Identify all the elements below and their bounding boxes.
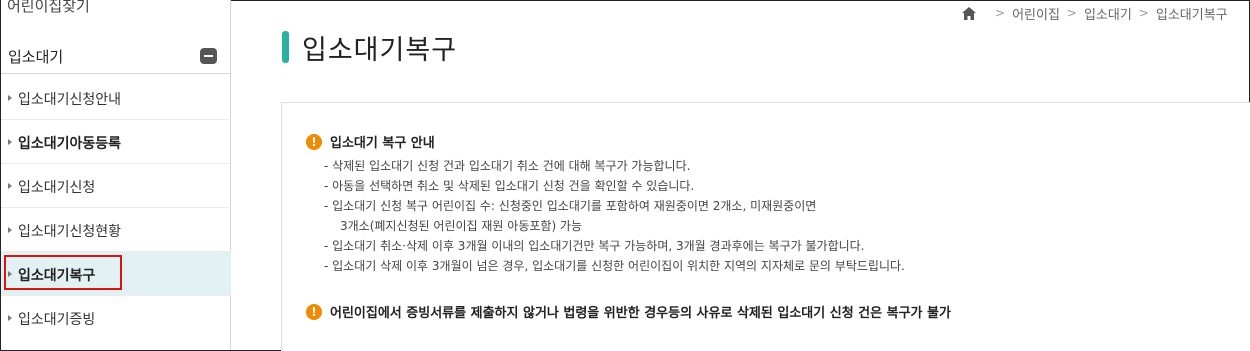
notice-line: - 아동을 선택하면 취소 및 삭제된 입소대기 신청 건을 확인할 수 있습니…	[324, 179, 695, 193]
page-title-block: 입소대기복구	[282, 29, 458, 66]
title-accent-bar	[282, 31, 289, 63]
sidebar-item-label: 입소대기아동등록	[18, 136, 122, 152]
notice-line: - 삭제된 입소대기 신청 건과 입소대기 취소 건에 대해 복구가 가능합니다…	[324, 159, 691, 173]
collapse-icon[interactable]	[200, 48, 217, 64]
notice-line-continued: 3개소(폐지신청된 어린이집 재원 아동포함) 가능	[340, 219, 583, 233]
notice-title: 입소대기 복구 안내	[330, 136, 435, 151]
sidebar-item-waitlist-guide[interactable]: 입소대기신청안내	[1, 76, 231, 120]
chevron-right-icon: >	[1138, 6, 1149, 20]
caret-right-icon	[8, 183, 12, 189]
sidebar-item-waitlist-proof[interactable]: 입소대기증빙	[1, 296, 231, 340]
sidebar-item-label: 입소대기증빙	[18, 312, 96, 328]
sidebar: 어린이집찾기 입소대기 입소대기신청안내 입소대기아동등록 입소대기신청 입소대…	[1, 0, 231, 350]
notice-footer: ! 어린이집에서 증빙서류를 제출하지 않거나 법령을 위반한 경우등의 사유로…	[306, 302, 951, 321]
caret-right-icon	[8, 271, 12, 277]
sidebar-parent-link[interactable]: 어린이집찾기	[7, 0, 90, 16]
sidebar-item-label: 입소대기신청현황	[18, 224, 122, 240]
warning-icon: !	[306, 303, 322, 320]
caret-right-icon	[8, 139, 12, 145]
breadcrumb-item-current: 입소대기복구	[1155, 7, 1228, 23]
notice-line: - 입소대기 신청 복구 어린이집 수: 신청중인 입소대기를 포함하여 재원중…	[324, 199, 817, 213]
sidebar-item-waitlist-status[interactable]: 입소대기신청현황	[1, 208, 231, 252]
sidebar-item-waitlist-apply[interactable]: 입소대기신청	[1, 164, 231, 208]
page-title: 입소대기복구	[302, 34, 458, 66]
breadcrumb-item[interactable]: 입소대기	[1084, 4, 1132, 23]
notice-line: - 입소대기 삭제 이후 3개월이 넘은 경우, 입소대기를 신청한 어린이집이…	[324, 259, 905, 273]
sidebar-section-header: 입소대기	[1, 38, 231, 74]
sidebar-menu: 입소대기신청안내 입소대기아동등록 입소대기신청 입소대기신청현황 입소대기복구…	[1, 76, 231, 340]
chevron-right-icon: >	[995, 6, 1006, 20]
sidebar-item-label: 입소대기신청안내	[18, 92, 122, 108]
breadcrumb-item[interactable]: 어린이집	[1012, 4, 1060, 23]
sidebar-item-waitlist-restore[interactable]: 입소대기복구	[1, 252, 231, 296]
sidebar-section-title: 입소대기	[8, 48, 64, 66]
notice-list: - 삭제된 입소대기 신청 건과 입소대기 취소 건에 대해 복구가 가능합니다…	[324, 156, 905, 276]
sidebar-item-child-registration[interactable]: 입소대기아동등록	[1, 120, 231, 164]
warning-icon: !	[306, 133, 322, 150]
caret-right-icon	[8, 315, 12, 321]
notice-line: - 입소대기 취소·삭제 이후 3개월 이내의 입소대기건만 복구 가능하며, …	[324, 239, 865, 253]
sidebar-item-label: 입소대기신청	[18, 180, 96, 196]
caret-right-icon	[8, 227, 12, 233]
home-icon[interactable]	[962, 6, 976, 20]
caret-right-icon	[8, 95, 12, 101]
breadcrumb: > 어린이집 > 입소대기 > 입소대기복구	[962, 3, 1228, 23]
sidebar-item-label: 입소대기복구	[18, 268, 96, 284]
notice-footer-text: 어린이집에서 증빙서류를 제출하지 않거나 법령을 위반한 경우등의 사유로 삭…	[330, 306, 951, 321]
chevron-right-icon: >	[1066, 6, 1077, 20]
notice-header: ! 입소대기 복구 안내	[306, 132, 435, 151]
